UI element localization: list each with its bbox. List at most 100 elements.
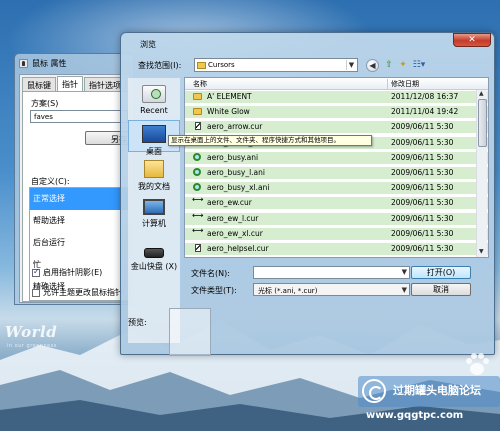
chevron-down-icon: ▼ <box>346 60 356 70</box>
desktop-logo-subtext: in our greenness <box>7 343 57 349</box>
allow-theme-label: 允许主题更改鼠标指针 <box>43 288 123 297</box>
file-name: aero_helpsel.cur <box>207 244 269 253</box>
close-button[interactable]: ✕ <box>453 33 491 47</box>
file-date: 2009/06/11 5:30 <box>391 198 454 208</box>
file-name: aero_ew_l.cur <box>207 213 259 223</box>
file-name: A' ELEMENT <box>207 92 252 101</box>
file-date: 2011/11/04 19:42 <box>391 107 459 117</box>
drive-icon <box>144 248 164 258</box>
back-button[interactable]: ◀ <box>366 59 379 72</box>
scroll-thumb[interactable] <box>478 99 487 147</box>
chevron-down-icon: ▼ <box>401 286 407 294</box>
file-row[interactable]: aero_arrow.cur 2009/06/11 5:30 <box>185 121 488 134</box>
computer-icon <box>143 199 165 215</box>
place-recent[interactable]: Recent <box>128 85 180 117</box>
arrow-cursor-icon <box>195 244 201 252</box>
cursor-role-normal-select[interactable]: 正常选择 <box>30 188 128 210</box>
place-documents[interactable]: 我的文档 <box>128 160 180 192</box>
resize-ew-icon <box>192 195 203 206</box>
file-name: aero_ew_xl.cur <box>207 228 263 238</box>
allow-theme-checkbox[interactable] <box>32 288 40 297</box>
enable-shadow-label: 启用指针阴影(E) <box>43 268 103 277</box>
file-row[interactable]: aero_ew_xl.cur 2009/06/11 5:30 <box>185 226 488 240</box>
file-date: 2009/06/11 5:30 <box>391 244 454 253</box>
file-row[interactable]: A' ELEMENT 2011/12/08 16:37 <box>185 91 488 103</box>
scheme-select[interactable]: faves <box>30 110 128 123</box>
file-row[interactable]: aero_busy_xl.ani 2009/06/11 5:30 <box>185 182 488 195</box>
allow-theme-row[interactable]: 允许主题更改鼠标指针 <box>32 287 123 298</box>
file-name: aero_busy_xl.ani <box>207 183 270 193</box>
place-recent-label: Recent <box>140 106 168 115</box>
cursor-role-working[interactable]: 后台运行 <box>30 232 128 254</box>
file-date: 2009/06/11 5:30 <box>391 213 454 223</box>
mouse-window-title: 鼠标 属性 <box>32 58 67 68</box>
folder-icon <box>193 93 202 100</box>
browse-dialog-title: 浏览 <box>140 40 156 49</box>
column-separator[interactable] <box>387 79 388 89</box>
file-date: 2009/06/11 5:30 <box>391 183 454 193</box>
mouse-window-titlebar: 鼠标 属性 <box>19 58 67 68</box>
filetype-label: 文件类型(T): <box>191 286 237 295</box>
busy-cursor-icon <box>193 183 201 192</box>
place-jinshan-label: 金山快盘 (X) <box>130 262 178 271</box>
file-date: 2009/06/11 5:30 <box>391 152 454 162</box>
file-date: 2011/12/08 16:37 <box>391 92 459 101</box>
new-folder-icon: ✦ <box>399 60 407 70</box>
look-in-value: Cursors <box>208 61 235 69</box>
customize-label: 自定义(C): <box>31 177 70 186</box>
open-button[interactable]: 打开(O) <box>411 266 471 279</box>
file-row[interactable]: aero_busy_l.ani 2009/06/11 5:30 <box>185 167 488 179</box>
enable-shadow-checkbox[interactable] <box>32 267 40 277</box>
browse-dialog: 浏览 ✕ 查找范围(I): Cursors ▼ ◀ ⇧ ✦ ☷▾ Recent … <box>120 32 495 356</box>
up-arrow-icon: ⇧ <box>385 60 393 70</box>
up-folder-button[interactable]: ⇧ <box>383 58 395 72</box>
column-date[interactable]: 修改日期 <box>391 79 419 89</box>
back-arrow-icon: ◀ <box>369 61 376 70</box>
desktop-logo: World <box>5 323 58 341</box>
arrow-cursor-icon <box>195 122 201 131</box>
watermark-name: 过期罐头电脑论坛 <box>393 384 481 397</box>
vertical-scrollbar[interactable]: ▲ ▼ <box>476 90 487 257</box>
scroll-down-icon[interactable]: ▼ <box>479 248 484 255</box>
scheme-label: 方案(S) <box>31 99 59 108</box>
view-menu-button[interactable]: ☷▾ <box>411 58 427 72</box>
file-list-header: 名称 修改日期 <box>185 78 488 90</box>
file-row[interactable]: White Glow 2011/11/04 19:42 <box>185 106 488 119</box>
file-row[interactable]: aero_ew_l.cur 2009/06/11 5:30 <box>185 211 488 225</box>
filetype-value: 光标 (*.ani, *.cur) <box>258 287 318 295</box>
file-date: 2009/06/11 5:30 <box>391 122 454 132</box>
file-row[interactable]: aero_helpsel.cur 2009/06/11 5:30 <box>185 243 488 255</box>
place-jinshan[interactable]: 金山快盘 (X) <box>128 244 180 276</box>
filename-field[interactable]: ▼ <box>253 266 410 279</box>
file-row[interactable]: aero_ew.cur 2009/06/11 5:30 <box>185 195 488 210</box>
preview-label: 预览: <box>128 318 147 327</box>
folder-icon <box>197 62 206 69</box>
file-name: aero_busy_l.ani <box>207 168 265 177</box>
watermark-banner: 过期罐头电脑论坛 <box>358 376 500 407</box>
cursor-role-help-select[interactable]: 帮助选择 <box>30 210 128 232</box>
scroll-up-icon[interactable]: ▲ <box>479 90 484 97</box>
look-in-label: 查找范围(I): <box>138 61 182 70</box>
file-date: 2009/06/11 5:30 <box>391 228 454 238</box>
file-date: 2009/06/11 5:30 <box>391 137 454 147</box>
column-name[interactable]: 名称 <box>193 79 207 89</box>
file-date: 2009/06/11 5:30 <box>391 168 454 177</box>
preview-box <box>169 308 211 356</box>
mouse-icon <box>19 58 28 68</box>
watermark-url: www.gqgtpc.com <box>366 410 464 421</box>
busy-cursor-icon <box>193 168 201 176</box>
cancel-button[interactable]: 取消 <box>411 283 471 296</box>
new-folder-button[interactable]: ✦ <box>397 58 409 72</box>
view-menu-icon: ☷▾ <box>412 60 426 70</box>
file-row[interactable]: aero_busy.ani 2009/06/11 5:30 <box>185 151 488 164</box>
recent-icon <box>142 85 166 103</box>
place-desktop-label: 桌面 <box>146 147 162 156</box>
look-in-combo[interactable]: Cursors ▼ <box>194 58 358 72</box>
filename-label: 文件名(N): <box>191 269 230 278</box>
place-documents-label: 我的文档 <box>138 182 170 191</box>
filetype-select[interactable]: 光标 (*.ani, *.cur) ▼ <box>253 283 410 296</box>
chevron-down-icon[interactable]: ▼ <box>402 268 407 276</box>
close-icon: ✕ <box>468 35 476 45</box>
enable-shadow-row[interactable]: 启用指针阴影(E) <box>32 267 102 278</box>
place-computer[interactable]: 计算机 <box>128 199 180 231</box>
